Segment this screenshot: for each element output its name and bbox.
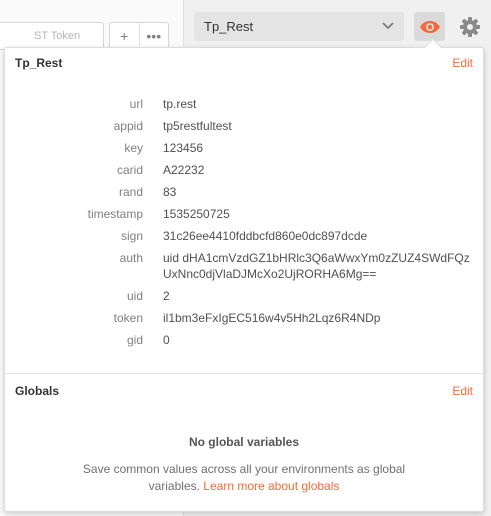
gear-icon	[459, 16, 480, 37]
environment-header: Tp_Rest Edit	[5, 48, 483, 78]
environment-quick-look-button[interactable]	[414, 12, 445, 41]
variable-key: gid	[126, 333, 143, 347]
learn-more-globals-link[interactable]: Learn more about globals	[203, 479, 339, 493]
variable-key: carid	[116, 163, 143, 177]
variable-key: timestamp	[87, 207, 143, 221]
variable-value: 1535250725	[163, 207, 230, 221]
eye-icon	[419, 20, 440, 33]
chevron-down-icon	[382, 22, 394, 30]
variable-value: uid dHA1cmVzdGZ1bHRlc3Q6aWwxYm0zZUZ4SWdF…	[163, 251, 470, 281]
variable-value: A22232	[163, 163, 205, 177]
variable-key: auth	[119, 251, 143, 265]
variable-row: key 123456	[5, 140, 483, 156]
variable-key: token	[113, 311, 143, 325]
tab-actions: + •••	[109, 22, 169, 50]
edit-environment-link[interactable]: Edit	[452, 56, 473, 78]
variable-value: 31c26ee4410fddbcfd860e0dc897dcde	[163, 229, 368, 243]
globals-title: Globals	[15, 384, 60, 398]
manage-environments-button[interactable]	[455, 12, 484, 41]
no-globals-title: No global variables	[188, 435, 300, 449]
variable-key: url	[129, 97, 143, 111]
variable-row: timestamp 1535250725	[5, 206, 483, 222]
token-tab-input[interactable]: ST Token	[0, 22, 104, 50]
environment-select-value: Tp_Rest	[204, 19, 254, 34]
variable-value: 123456	[163, 141, 204, 155]
variable-row: rand 83	[5, 184, 483, 200]
more-actions-button[interactable]: •••	[138, 23, 169, 49]
variable-row: token il1bm3eFxIgEC516w4v5Hh2Lqz6R4NDp	[5, 310, 483, 326]
edit-globals-link[interactable]: Edit	[452, 384, 473, 408]
variable-value: tp5restfultest	[163, 119, 232, 133]
variable-row: uid 2	[5, 288, 483, 304]
variable-value: 2	[163, 289, 170, 303]
variable-row: auth uid dHA1cmVzdGZ1bHRlc3Q6aWwxYm0zZUZ4…	[5, 250, 483, 282]
variable-row: gid 0	[5, 332, 483, 348]
variable-key: uid	[126, 289, 143, 303]
variable-list: url tp.rest appid tp5restfultest key 123456 ca…	[5, 78, 483, 348]
globals-section: Globals Edit No global variables Save co…	[5, 374, 483, 495]
variable-row: appid tp5restfultest	[5, 118, 483, 134]
variable-value: tp.rest	[163, 97, 197, 111]
variable-key: key	[124, 141, 143, 155]
variable-value: 83	[163, 185, 177, 199]
no-globals-description: Save common values across all your envir…	[5, 461, 483, 495]
variable-value: il1bm3eFxIgEC516w4v5Hh2Lqz6R4NDp	[163, 311, 381, 325]
variable-key: sign	[120, 229, 143, 243]
environment-title: Tp_Rest	[15, 56, 63, 70]
variable-row: sign 31c26ee4410fddbcfd860e0dc897dcde	[5, 228, 483, 244]
environment-quick-look-popover: Tp_Rest Edit url tp.rest appid tp5restfulte…	[4, 38, 484, 512]
add-tab-button[interactable]: +	[110, 23, 139, 49]
variable-row: carid A22232	[5, 162, 483, 178]
variable-key: rand	[118, 185, 143, 199]
globals-header: Globals Edit	[5, 374, 483, 408]
variable-row: url tp.rest	[5, 96, 483, 112]
environment-select[interactable]: Tp_Rest	[194, 12, 404, 41]
environment-section: Tp_Rest Edit url tp.rest appid tp5restfulte…	[5, 48, 483, 374]
variable-value: 0	[163, 333, 170, 347]
variable-key: appid	[113, 119, 143, 133]
globals-empty-state: No global variables Save common values a…	[5, 408, 483, 495]
